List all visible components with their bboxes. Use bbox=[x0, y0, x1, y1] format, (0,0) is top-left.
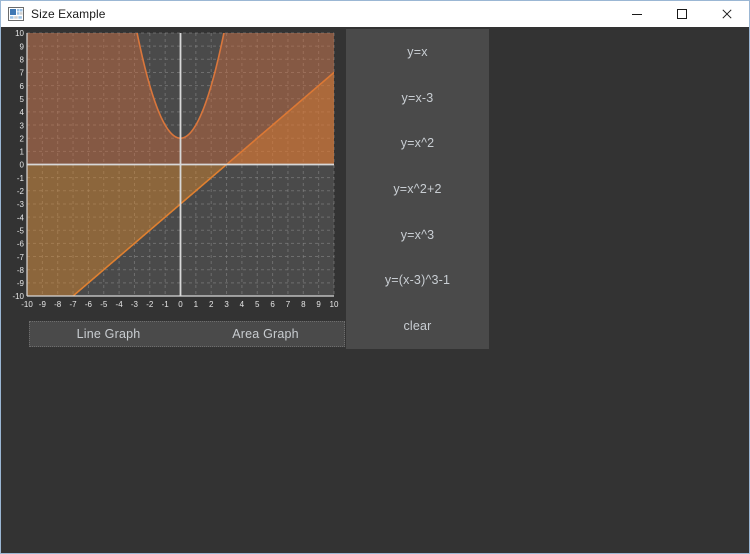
tab-line-graph[interactable]: Line Graph bbox=[30, 322, 187, 346]
x-tick-label: 6 bbox=[270, 300, 275, 309]
tab-area-graph[interactable]: Area Graph bbox=[187, 322, 344, 346]
x-tick-label: -8 bbox=[54, 300, 62, 309]
x-tick-label: -5 bbox=[100, 300, 108, 309]
function-button-y-equals-x-squared-plus-2[interactable]: y=x^2+2 bbox=[346, 166, 489, 212]
x-tick-label: 4 bbox=[240, 300, 245, 309]
y-tick-label: 4 bbox=[20, 108, 25, 117]
x-tick-label: -10 bbox=[21, 300, 33, 309]
x-tick-label: -7 bbox=[69, 300, 77, 309]
function-button-label: y=x^3 bbox=[400, 227, 435, 242]
x-tick-label: -3 bbox=[131, 300, 139, 309]
tab-line-graph-label: Line Graph bbox=[76, 327, 141, 341]
graph-tab-bar: Line Graph Area Graph bbox=[29, 321, 345, 347]
function-button-y-equals-x-squared[interactable]: y=x^2 bbox=[346, 120, 489, 166]
clear-button-label: clear bbox=[403, 319, 432, 334]
y-tick-label: -3 bbox=[17, 200, 25, 209]
y-tick-label: -2 bbox=[17, 187, 25, 196]
x-tick-label: 9 bbox=[316, 300, 321, 309]
clear-button[interactable]: clear bbox=[346, 303, 489, 349]
function-button-y-equals-x-cubed[interactable]: y=x^3 bbox=[346, 212, 489, 258]
x-tick-label: 3 bbox=[224, 300, 229, 309]
maximize-button[interactable] bbox=[659, 1, 704, 27]
function-button-label: y=x^2+2 bbox=[393, 182, 442, 197]
function-button-label: y=(x-3)^3-1 bbox=[384, 273, 451, 288]
y-tick-label: -1 bbox=[17, 174, 25, 183]
x-tick-label: 7 bbox=[286, 300, 291, 309]
y-tick-label: 2 bbox=[20, 134, 25, 143]
function-button-y-equals-x-minus-3[interactable]: y=x-3 bbox=[346, 75, 489, 121]
x-tick-label: 8 bbox=[301, 300, 306, 309]
window-controls bbox=[614, 1, 749, 27]
y-tick-label: 9 bbox=[20, 42, 25, 51]
x-tick-label: -1 bbox=[162, 300, 170, 309]
x-tick-label: -9 bbox=[39, 300, 47, 309]
function-button-label: y=x^2 bbox=[400, 136, 435, 151]
application-window-icon bbox=[8, 6, 24, 22]
y-tick-label: 8 bbox=[20, 56, 25, 65]
x-tick-label: 10 bbox=[330, 300, 339, 309]
x-tick-label: -4 bbox=[116, 300, 124, 309]
y-tick-label: 1 bbox=[20, 148, 25, 157]
function-button-label: y=x-3 bbox=[401, 90, 434, 105]
y-tick-label: -4 bbox=[17, 213, 25, 222]
function-button-y-equals-x[interactable]: y=x bbox=[346, 29, 489, 75]
y-tick-label: 3 bbox=[20, 121, 25, 130]
y-tick-label: -5 bbox=[17, 226, 25, 235]
y-tick-label: -6 bbox=[17, 240, 25, 249]
y-tick-label: 7 bbox=[20, 69, 25, 78]
x-tick-label: 0 bbox=[178, 300, 183, 309]
function-button-label: y=x bbox=[407, 44, 428, 59]
x-tick-label: -6 bbox=[85, 300, 93, 309]
graph-panel: -10 -9 -8 -7 -6 -5 -4 -3 -2 -1 0 1 2 3 4 5 6 7 8 9 10 -10 -9 -8… bbox=[11, 29, 345, 357]
function-button-panel: y=x y=x-3 y=x^2 y=x^2+2 y=x^3 y=(x-3)^3-… bbox=[346, 29, 489, 349]
function-button-y-equals-x-minus-3-cubed-minus-1[interactable]: y=(x-3)^3-1 bbox=[346, 258, 489, 304]
client-area: -10 -9 -8 -7 -6 -5 -4 -3 -2 -1 0 1 2 3 4 5 6 7 8 9 10 -10 -9 -8… bbox=[1, 27, 749, 553]
y-tick-label: -7 bbox=[17, 253, 25, 262]
title-bar[interactable]: Size Example bbox=[1, 1, 749, 27]
x-tick-label: 5 bbox=[255, 300, 260, 309]
y-tick-label: -8 bbox=[17, 266, 25, 275]
window-title: Size Example bbox=[31, 7, 106, 21]
close-button[interactable] bbox=[704, 1, 749, 27]
application-window: Size Example -10 -9 -8 -7 -6 -5 -4 -3 -2… bbox=[0, 0, 750, 554]
y-tick-label: 10 bbox=[15, 29, 24, 38]
x-tick-label: -2 bbox=[146, 300, 154, 309]
y-tick-label: 6 bbox=[20, 82, 25, 91]
x-tick-label: 2 bbox=[209, 300, 214, 309]
y-tick-label: -9 bbox=[17, 279, 25, 288]
y-tick-label: 0 bbox=[20, 161, 25, 170]
area-graph-chart: -10 -9 -8 -7 -6 -5 -4 -3 -2 -1 0 1 2 3 4 5 6 7 8 9 10 -10 -9 -8… bbox=[11, 29, 345, 317]
x-tick-label: 1 bbox=[194, 300, 199, 309]
minimize-button[interactable] bbox=[614, 1, 659, 27]
y-tick-label: 5 bbox=[20, 95, 25, 104]
tab-area-graph-label: Area Graph bbox=[232, 327, 299, 341]
chart-canvas: -10-9-8-7-6-5-4-3-2-1012345678910-10 -9 -8… bbox=[12, 29, 339, 309]
